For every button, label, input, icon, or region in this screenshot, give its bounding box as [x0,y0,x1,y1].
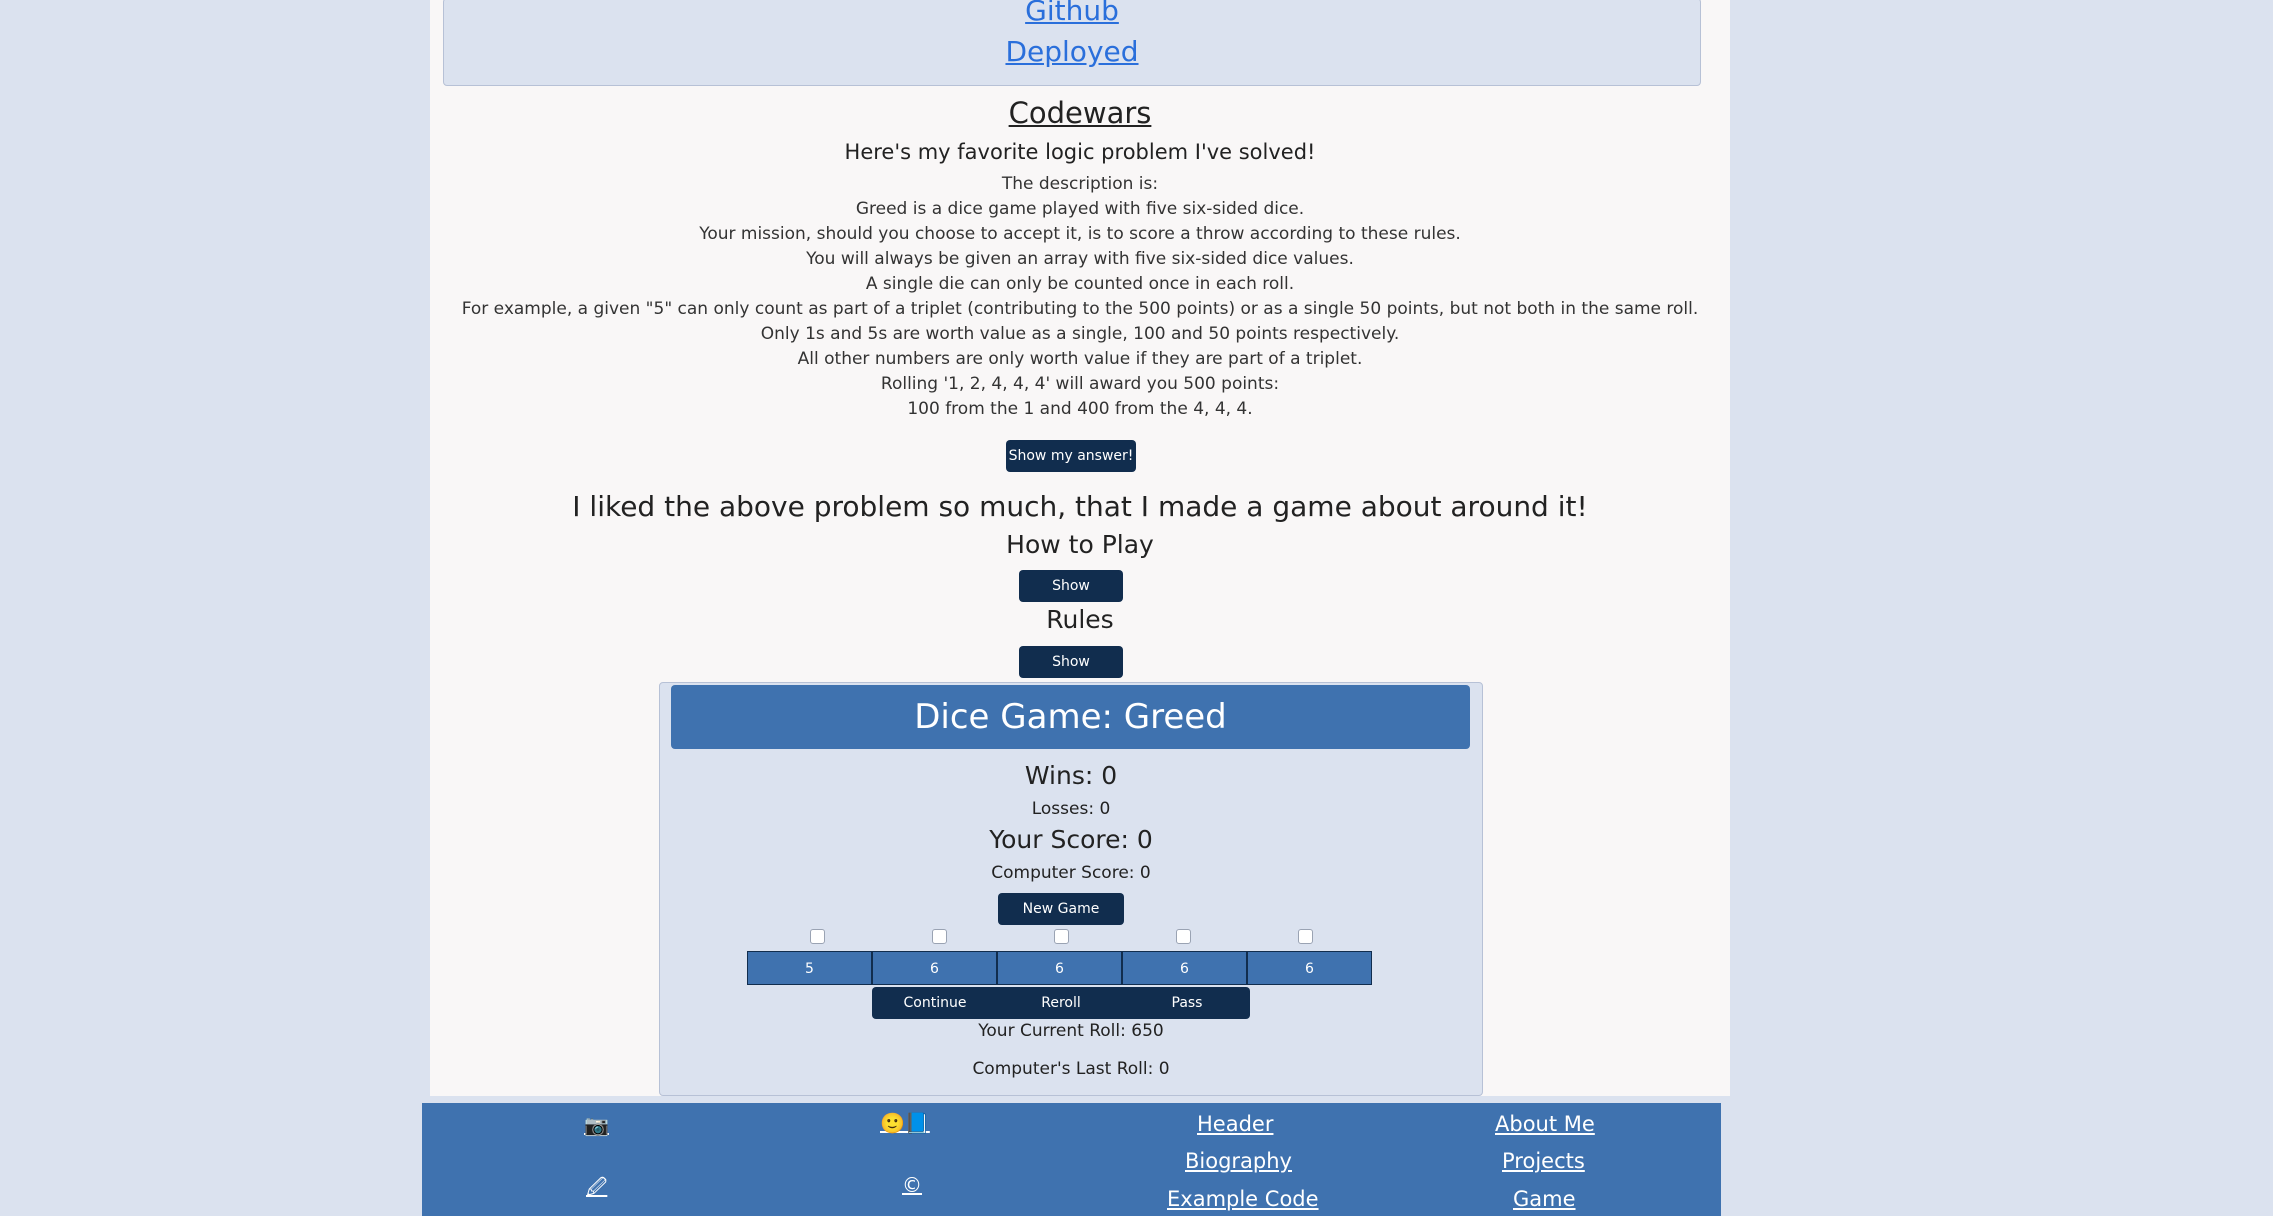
game-title: Dice Game: Greed [671,685,1470,749]
description-line: 100 from the 1 and 400 from the 4, 4, 4. [907,399,1253,419]
footer-nav: 📷 🙂📘 🖉 © Header Biography Example Code A… [422,1103,1721,1216]
footer-link-biography[interactable]: Biography [1185,1149,1292,1173]
current-roll: Your Current Roll: 650 [978,1021,1164,1041]
codewars-title: Codewars [1008,96,1152,130]
footer-link-projects[interactable]: Projects [1502,1149,1585,1173]
continue-button[interactable]: Continue [872,987,998,1019]
description-line: For example, a given "5" can only count … [461,299,1699,319]
face-book-icon[interactable]: 🙂📘 [880,1111,930,1135]
footer-link-header[interactable]: Header [1197,1112,1273,1136]
die-value[interactable]: 6 [1122,951,1247,985]
game-intro-heading: I liked the above problem so much, that … [572,490,1588,523]
die-hold-checkbox[interactable] [810,929,825,944]
pencil-icon[interactable]: 🖉 [586,1173,607,1207]
die-hold-checkbox[interactable] [1176,929,1191,944]
problem-description: The description is: Greed is a dice game… [430,172,1730,422]
die-value[interactable]: 5 [747,951,872,985]
pass-button[interactable]: Pass [1124,987,1250,1019]
footer-link-about-me[interactable]: About Me [1495,1112,1595,1136]
your-score: Your Score: 0 [989,825,1153,854]
die-hold-checkbox[interactable] [1054,929,1069,944]
description-line: Rolling '1, 2, 4, 4, 4' will award you 5… [880,374,1280,394]
computer-score: Computer Score: 0 [991,863,1151,883]
deployed-link[interactable]: Deployed [444,32,1700,72]
copyright-icon[interactable]: © [902,1173,922,1197]
codewars-subtitle: Here's my favorite logic problem I've so… [844,140,1316,164]
show-how-to-play-button[interactable]: Show [1019,570,1123,602]
rules-heading: Rules [1046,605,1114,634]
die-value[interactable]: 6 [997,951,1122,985]
how-to-play-heading: How to Play [1006,530,1154,559]
reroll-button[interactable]: Reroll [998,987,1124,1019]
die-value[interactable]: 6 [1247,951,1372,985]
footer-link-example-code[interactable]: Example Code [1167,1187,1319,1211]
new-game-button[interactable]: New Game [998,893,1124,925]
die-value[interactable]: 6 [872,951,997,985]
photo-icon[interactable]: 📷 [584,1113,609,1137]
description-line: The description is: [1001,174,1159,194]
project-links-card: Github Deployed [443,0,1701,86]
description-line: Only 1s and 5s are worth value as a sing… [760,324,1400,344]
dice-game-card: Dice Game: Greed Wins: 0 Losses: 0 Your … [659,682,1483,1096]
description-line: Greed is a dice game played with five si… [855,199,1305,219]
description-line: A single die can only be counted once in… [865,274,1295,294]
computer-last-roll: Computer's Last Roll: 0 [972,1059,1170,1079]
footer-link-game[interactable]: Game [1513,1187,1576,1211]
description-line: You will always be given an array with f… [806,249,1354,269]
show-rules-button[interactable]: Show [1019,646,1123,678]
description-line: All other numbers are only worth value i… [797,349,1363,369]
die-hold-checkbox[interactable] [1298,929,1313,944]
show-answer-button[interactable]: Show my answer! [1006,440,1136,472]
die-hold-checkbox[interactable] [932,929,947,944]
github-link[interactable]: Github [444,0,1700,31]
wins-count: Wins: 0 [1024,761,1118,790]
description-line: Your mission, should you choose to accep… [699,224,1461,244]
losses-count: Losses: 0 [1031,799,1111,819]
